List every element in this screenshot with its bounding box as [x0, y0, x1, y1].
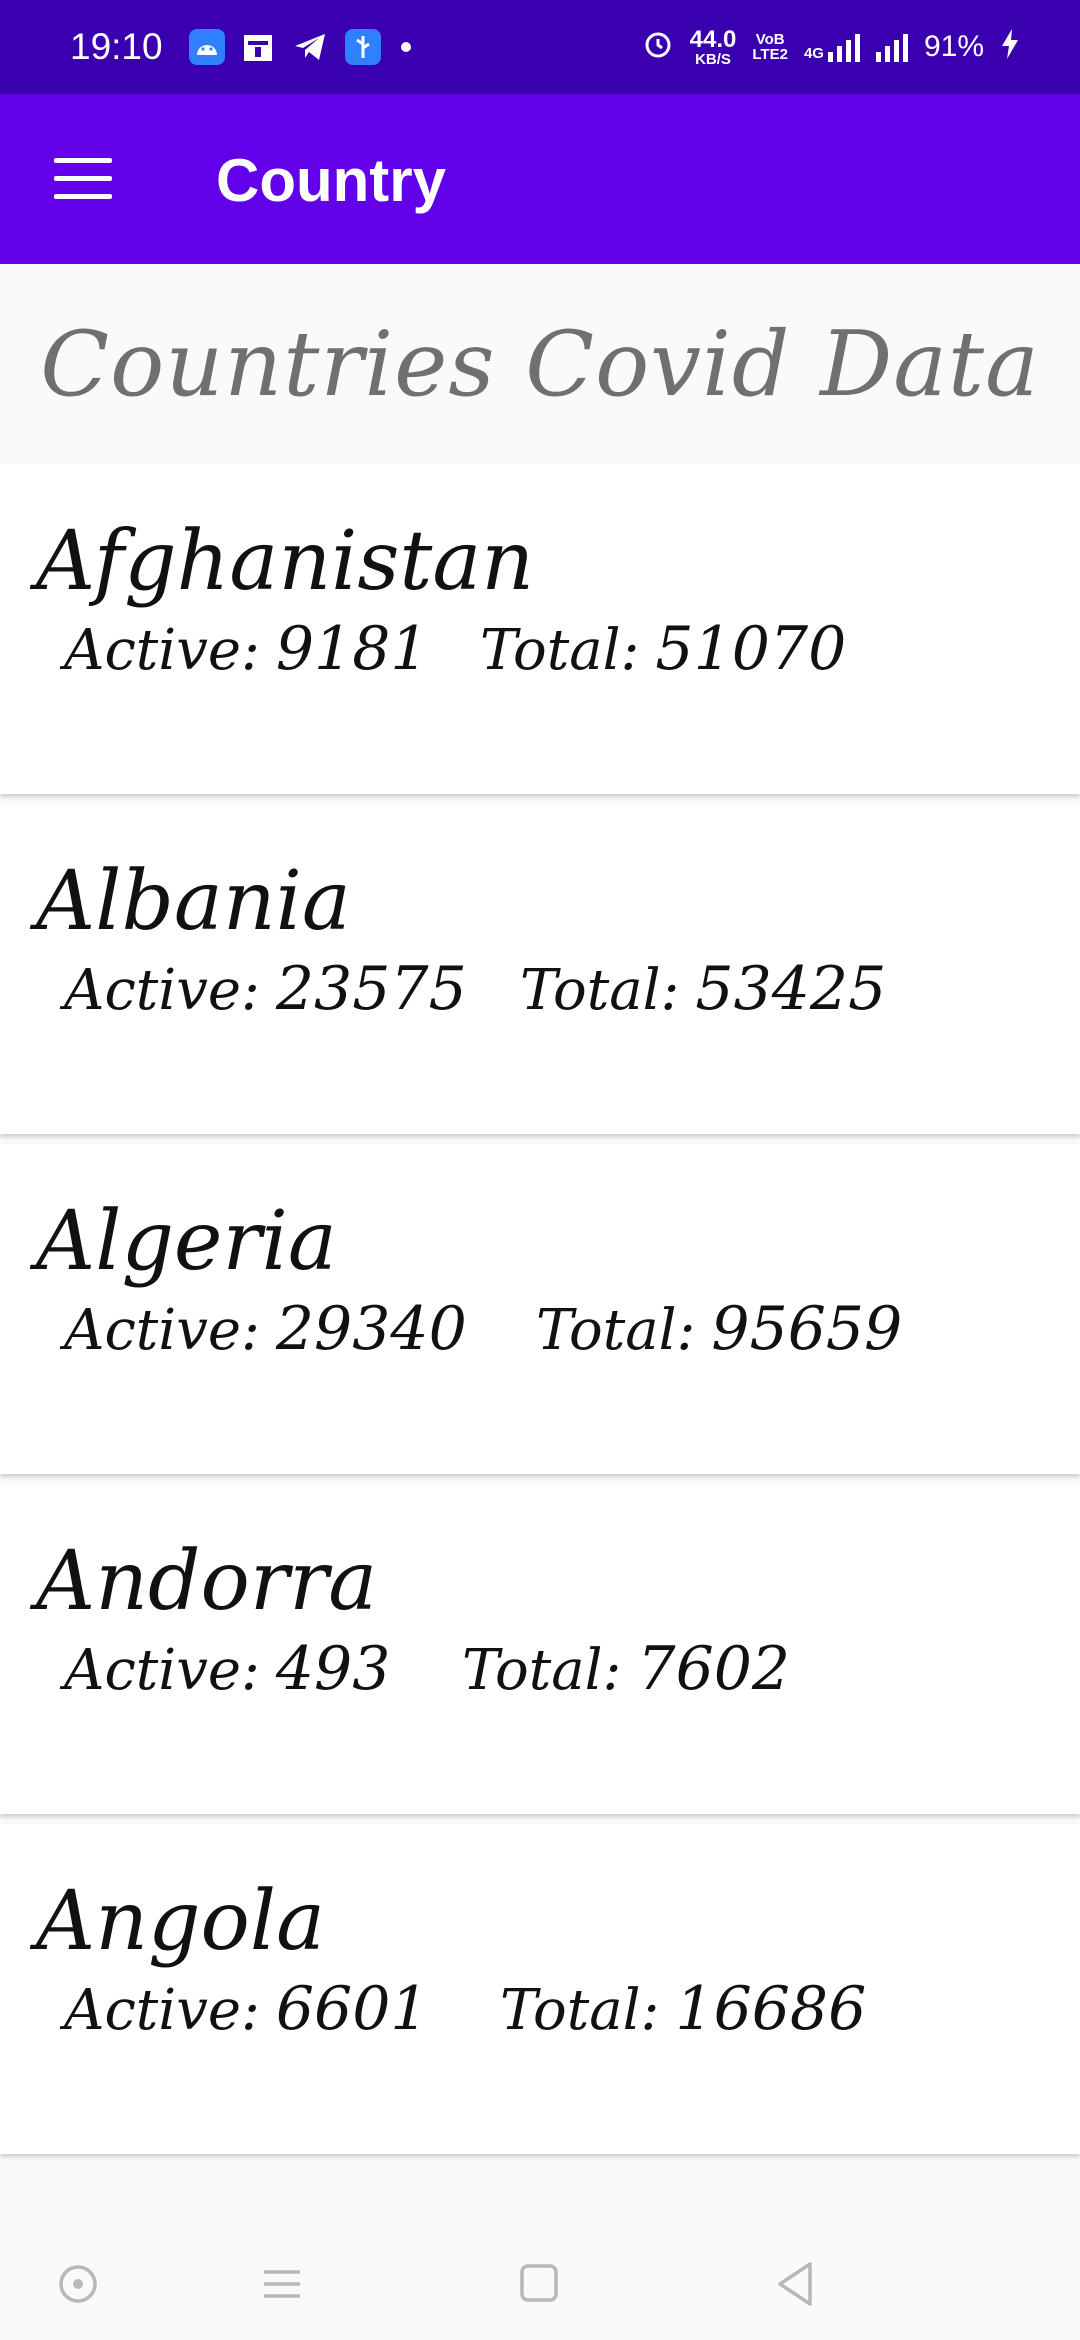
active-value: 9181 — [275, 614, 429, 684]
country-card-afghanistan[interactable]: Afghanistan Active: 9181 Total: 51070 — [0, 464, 1080, 794]
signal-icon-1: 4G — [804, 32, 860, 62]
total-value: 95659 — [711, 1294, 903, 1364]
lte-label: LTE2 — [752, 46, 788, 63]
app-title: Country — [216, 147, 446, 214]
charging-icon — [1000, 28, 1020, 67]
active-label: Active: — [64, 1638, 260, 1703]
total-label: Total: — [520, 958, 680, 1023]
total-stat: Total: 16686 — [500, 1974, 866, 2044]
country-card-algeria[interactable]: Algeria Active: 29340 Total: 95659 — [0, 1144, 1080, 1474]
total-label: Total: — [536, 1298, 696, 1363]
active-value: 6601 — [275, 1974, 429, 2044]
country-name: Andorra — [36, 1534, 378, 1629]
usb-icon — [344, 29, 381, 65]
telegram-icon — [293, 32, 327, 62]
country-card-angola[interactable]: Angola Active: 6601 Total: 16686 — [0, 1824, 1080, 2154]
app-bar: Country — [0, 94, 1080, 264]
active-label: Active: — [64, 1978, 260, 2043]
total-value: 53425 — [695, 954, 887, 1024]
recents-icon[interactable] — [252, 2256, 312, 2316]
active-label: Active: — [64, 1298, 260, 1363]
home-icon[interactable] — [510, 2256, 570, 2316]
total-stat: Total: 95659 — [536, 1294, 902, 1364]
active-stat: Active: 23575 — [64, 954, 467, 1024]
total-label: Total: — [462, 1638, 622, 1703]
alarm-icon — [642, 28, 674, 67]
assistant-icon[interactable] — [50, 2256, 110, 2316]
total-stat: Total: 51070 — [480, 614, 846, 684]
total-label: Total: — [500, 1978, 660, 2043]
country-name: Algeria — [36, 1194, 337, 1289]
country-card-albania[interactable]: Albania Active: 23575 Total: 53425 — [0, 804, 1080, 1134]
active-label: Active: — [64, 958, 260, 1023]
android-icon — [188, 29, 225, 65]
calendar-icon — [241, 30, 275, 64]
active-stat: Active: 6601 — [64, 1974, 429, 2044]
country-card-andorra[interactable]: Andorra Active: 493 Total: 7602 — [0, 1484, 1080, 1814]
status-bar: 19:10 44.0 KB/S VoB LTE2 4G 91% — [0, 0, 1080, 94]
active-stat: Active: 9181 — [64, 614, 429, 684]
system-nav-bar — [0, 2180, 1080, 2340]
network-speed: 44.0 KB/S — [689, 25, 737, 68]
page-heading: Countries Covid Data — [40, 311, 1040, 417]
total-stat: Total: 53425 — [520, 954, 886, 1024]
active-stat: Active: 29340 — [64, 1294, 467, 1364]
total-value: 51070 — [655, 614, 847, 684]
country-name: Angola — [36, 1874, 326, 1969]
status-time: 19:10 — [70, 26, 163, 67]
network-type-label: 4G — [803, 45, 824, 62]
active-label: Active: — [64, 618, 260, 683]
status-right-group: 44.0 KB/S VoB LTE2 4G 91% — [642, 25, 1020, 68]
active-stat: Active: 493 — [64, 1634, 390, 1704]
active-value: 29340 — [275, 1294, 467, 1364]
active-value: 23575 — [275, 954, 467, 1024]
total-stat: Total: 7602 — [462, 1634, 790, 1704]
hamburger-menu-icon[interactable] — [54, 158, 112, 200]
total-value: 7602 — [637, 1634, 791, 1704]
country-name: Albania — [36, 854, 351, 949]
back-icon[interactable] — [768, 2256, 828, 2316]
battery-percent: 91% — [923, 30, 984, 63]
country-name: Afghanistan — [36, 514, 535, 609]
total-label: Total: — [480, 618, 640, 683]
notification-dot — [400, 42, 411, 52]
active-value: 493 — [275, 1634, 391, 1704]
network-speed-unit: KB/S — [695, 50, 731, 68]
signal-icon-2 — [875, 32, 908, 62]
total-value: 16686 — [675, 1974, 867, 2044]
volte-indicator: VoB LTE2 — [752, 32, 788, 62]
network-speed-value: 44.0 — [689, 25, 737, 53]
